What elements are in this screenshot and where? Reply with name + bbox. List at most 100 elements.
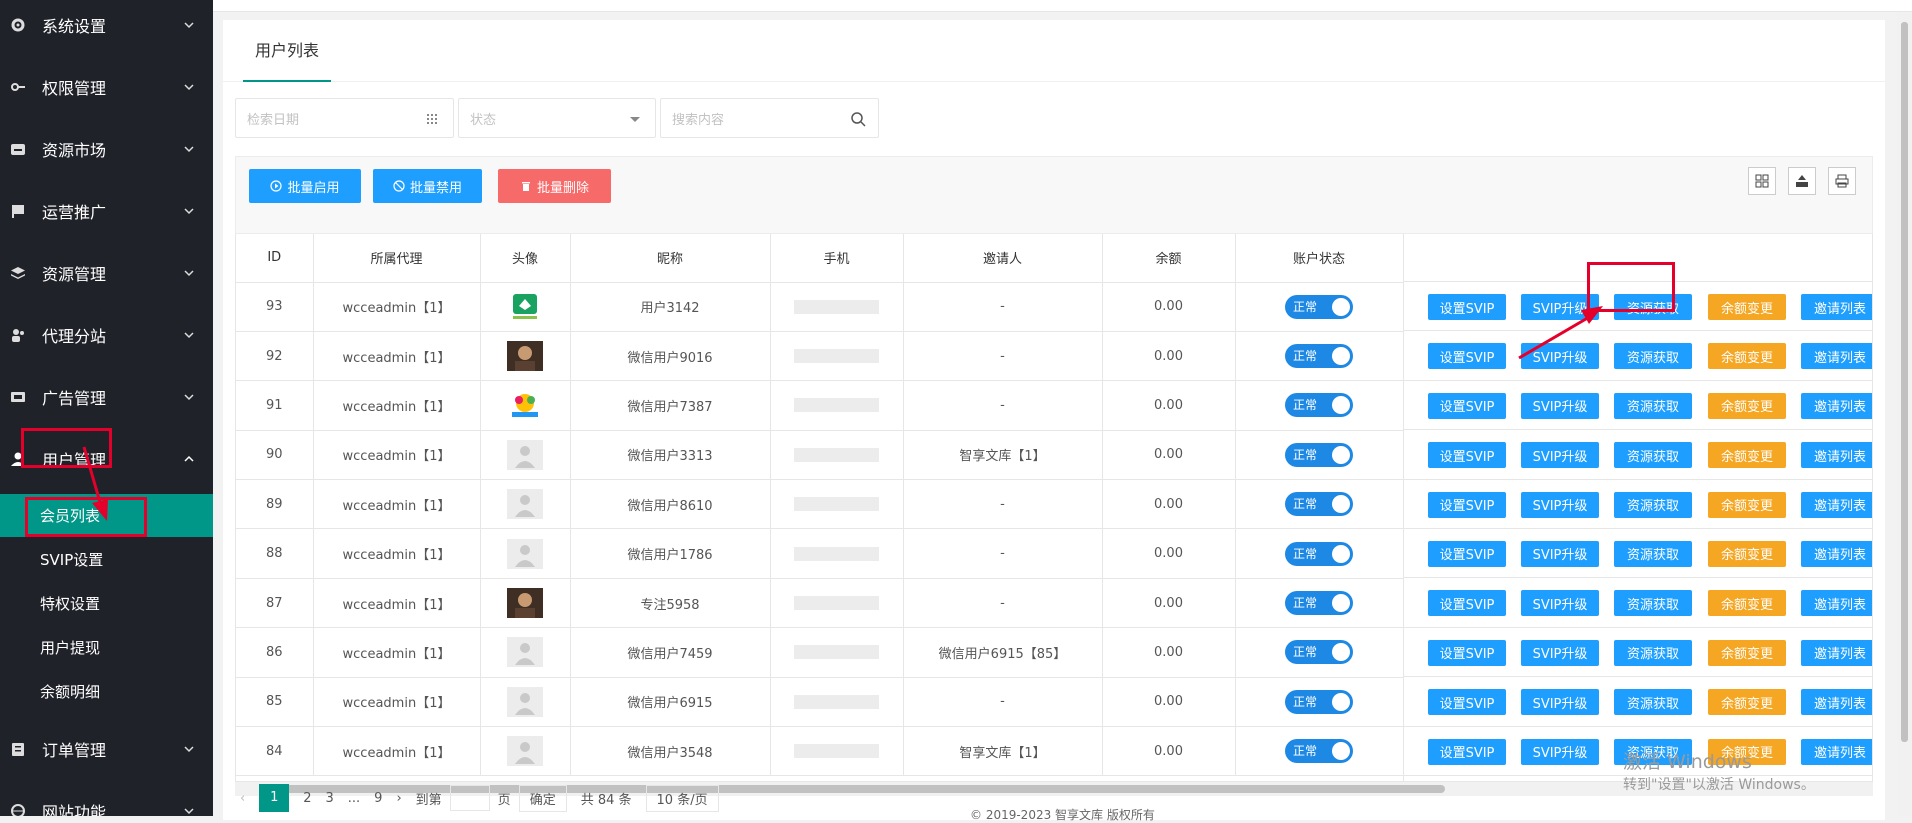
balance-change-button[interactable]: 余额变更 [1708,491,1786,518]
svip-upgrade-button[interactable]: SVIP升级 [1521,540,1599,567]
sidebar-item-2[interactable]: 资源市场 [0,124,213,174]
balance-change-button[interactable]: 余额变更 [1708,294,1786,320]
vertical-scrollbar[interactable] [1897,12,1912,816]
phone-masked [794,546,879,561]
invite-list-button[interactable]: 邀请列表 [1801,491,1872,518]
balance-change-button[interactable]: 余额变更 [1708,540,1786,567]
pager-page[interactable]: 9 [374,791,382,806]
svip-upgrade-button[interactable]: SVIP升级 [1521,442,1599,469]
pager-page[interactable]: 2 [303,791,311,806]
vertical-scrollbar-thumb[interactable] [1901,22,1908,742]
sidebar-item-3[interactable]: 运营推广 [0,186,213,236]
balance-change-button[interactable]: 余额变更 [1708,689,1786,716]
sidebar-item-5[interactable]: 代理分站 [0,310,213,360]
resource-fetch-button[interactable]: 资源获取 [1614,392,1692,419]
cell-avatar [480,627,571,678]
batch-delete-button[interactable]: 批量删除 [498,169,611,203]
search-icon[interactable] [850,111,866,127]
export-button[interactable] [1788,167,1816,195]
invite-list-button[interactable]: 邀请列表 [1801,540,1872,567]
resource-fetch-button[interactable]: 资源获取 [1614,491,1692,518]
set-svip-button[interactable]: 设置SVIP [1428,639,1506,666]
balance-change-button[interactable]: 余额变更 [1708,343,1786,370]
sidebar-subitem-2[interactable]: 特权设置 [0,582,213,625]
set-svip-button[interactable]: 设置SVIP [1428,738,1506,765]
pager-size-select[interactable]: 10 条/页 [645,784,719,812]
status-toggle[interactable]: 正常 [1285,739,1353,764]
pager-confirm-button[interactable]: 确定 [518,784,567,812]
sidebar-item-0[interactable]: 系统设置 [0,0,213,50]
batch-disable-button[interactable]: 批量禁用 [373,169,482,203]
sidebar-item-4[interactable]: 资源管理 [0,248,213,298]
svip-upgrade-button[interactable]: SVIP升级 [1521,738,1599,765]
status-toggle[interactable]: 正常 [1285,640,1353,665]
sidebar-item-6[interactable]: 广告管理 [0,372,213,422]
resource-fetch-button[interactable]: 资源获取 [1614,294,1692,320]
set-svip-button[interactable]: 设置SVIP [1428,294,1506,320]
pager-next-icon[interactable]: › [396,791,401,806]
balance-change-button[interactable]: 余额变更 [1708,590,1786,617]
search-input[interactable]: 搜索内容 [660,98,879,138]
balance-change-button[interactable]: 余额变更 [1708,442,1786,469]
batch-enable-button[interactable]: 批量启用 [249,169,361,203]
set-svip-button[interactable]: 设置SVIP [1428,343,1506,370]
invite-list-button[interactable]: 邀请列表 [1801,639,1872,666]
resource-fetch-button[interactable]: 资源获取 [1614,540,1692,567]
resource-fetch-button[interactable]: 资源获取 [1614,639,1692,666]
balance-change-button[interactable]: 余额变更 [1708,639,1786,666]
resource-fetch-button[interactable]: 资源获取 [1614,590,1692,617]
svip-upgrade-button[interactable]: SVIP升级 [1521,392,1599,419]
status-toggle[interactable]: 正常 [1285,393,1353,418]
cell-nickname: 微信用户3548 [570,726,771,777]
status-toggle[interactable]: 正常 [1285,344,1353,369]
svip-upgrade-button[interactable]: SVIP升级 [1521,639,1599,666]
status-toggle[interactable]: 正常 [1285,492,1353,517]
set-svip-button[interactable]: 设置SVIP [1428,590,1506,617]
invite-list-button[interactable]: 邀请列表 [1801,442,1872,469]
status-select[interactable]: 状态 [458,98,656,138]
table-row: 93 wcceadmin【1】 用户3142 -0.00 正常 [236,282,1404,332]
set-svip-button[interactable]: 设置SVIP [1428,392,1506,419]
resource-fetch-button[interactable]: 资源获取 [1614,689,1692,716]
pager-page[interactable]: 3 [325,791,333,806]
svip-upgrade-button[interactable]: SVIP升级 [1521,491,1599,518]
sidebar-subitem-1[interactable]: SVIP设置 [0,538,213,581]
sidebar-item-9[interactable]: 网站功能 [0,786,213,816]
resource-fetch-button[interactable]: 资源获取 [1614,442,1692,469]
sidebar-item-8[interactable]: 订单管理 [0,724,213,774]
invite-list-button[interactable]: 邀请列表 [1801,392,1872,419]
set-svip-button[interactable]: 设置SVIP [1428,491,1506,518]
cell-inviter: 微信用户6915【85】 [903,627,1103,678]
sidebar-subitem-4[interactable]: 余额明细 [0,670,213,713]
column-filter-button[interactable] [1748,167,1776,195]
invite-list-button[interactable]: 邀请列表 [1801,590,1872,617]
pager-goto-input[interactable] [449,785,490,811]
status-toggle[interactable]: 正常 [1285,541,1353,566]
invite-list-button[interactable]: 邀请列表 [1801,689,1872,716]
pager-current[interactable]: 1 [259,784,290,812]
cell-avatar [480,282,571,332]
avatar [507,341,543,372]
balance-change-button[interactable]: 余额变更 [1708,392,1786,419]
svip-upgrade-button[interactable]: SVIP升级 [1521,689,1599,716]
cell-nickname: 微信用户8610 [570,479,771,530]
set-svip-button[interactable]: 设置SVIP [1428,689,1506,716]
status-toggle[interactable]: 正常 [1285,442,1353,467]
date-filter[interactable]: 检索日期 [235,98,454,138]
print-button[interactable] [1828,167,1856,195]
status-toggle[interactable]: 正常 [1285,591,1353,616]
status-toggle[interactable]: 正常 [1285,294,1353,319]
sidebar-item-1[interactable]: 权限管理 [0,62,213,112]
invite-list-button[interactable]: 邀请列表 [1801,343,1872,370]
set-svip-button[interactable]: 设置SVIP [1428,540,1506,567]
svip-upgrade-button[interactable]: SVIP升级 [1521,590,1599,617]
pager-prev-icon[interactable]: ‹ [240,791,245,806]
date-filter-placeholder: 检索日期 [247,112,300,128]
status-toggle[interactable]: 正常 [1285,689,1353,714]
sidebar-subitem-3[interactable]: 用户提现 [0,626,213,669]
set-svip-button[interactable]: 设置SVIP [1428,442,1506,469]
tab-user-list[interactable]: 用户列表 [243,20,332,82]
resource-fetch-button[interactable]: 资源获取 [1614,343,1692,370]
table-row: 84 wcceadmin【1】 微信用户3548 智享文库【1】 0.00 正常 [236,726,1404,777]
invite-list-button[interactable]: 邀请列表 [1801,294,1872,320]
